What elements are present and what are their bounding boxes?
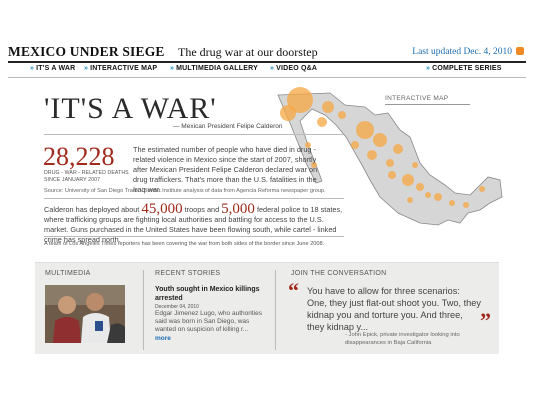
chevron-right-icon: »: [170, 65, 175, 72]
open-quote-icon: “: [288, 278, 299, 303]
column-divider: [275, 270, 276, 350]
chevron-right-icon: »: [84, 65, 89, 72]
deaths-label: DRUG - WAR - RELATED DEATHS SINCE JANUAR…: [44, 170, 129, 183]
nav-rule: [8, 77, 526, 78]
nav-label: IT'S A WAR: [36, 65, 76, 72]
bottom-panel: MULTIMEDIA RECENT STORIES JOIN THE CONVE…: [35, 262, 499, 354]
deaths-number: 28,228: [43, 142, 115, 171]
column-divider: [143, 270, 144, 350]
site-subtitle: The drug war at our doorstep: [178, 45, 318, 59]
conversation-quote[interactable]: You have to allow for three scenarios: O…: [307, 285, 482, 333]
divider: [44, 198, 344, 199]
multimedia-heading: MULTIMEDIA: [45, 270, 91, 277]
section-nav: » IT'S A WAR » INTERACTIVE MAP » MULTIMEDIA…: [8, 65, 526, 77]
nav-multimedia-gallery[interactable]: » MULTIMEDIA GALLERY: [170, 65, 258, 72]
nav-label: COMPLETE SERIES: [432, 65, 502, 72]
map-label[interactable]: INTERACTIVE MAP: [385, 95, 448, 102]
last-updated: Last updated Dec. 4, 2010: [412, 47, 512, 57]
headline-quote: 'IT'S A WAR': [44, 92, 217, 125]
divider: [44, 134, 344, 135]
quote-attribution: — Mexican President Felipe Calderon: [173, 123, 283, 130]
masthead-rule: [8, 61, 526, 63]
nav-interactive-map[interactable]: » INTERACTIVE MAP: [84, 65, 157, 72]
nav-its-a-war[interactable]: » IT'S A WAR: [30, 65, 75, 72]
chevron-right-icon: »: [270, 65, 275, 72]
close-quote-icon: ”: [480, 308, 491, 333]
story-summary-text: Edgar Jimenez Lugo, who authorities said…: [155, 310, 262, 334]
rss-icon[interactable]: [516, 47, 524, 55]
story-summary: Edgar Jimenez Lugo, who authorities said…: [155, 310, 265, 343]
story-more-link[interactable]: more: [155, 335, 171, 342]
map-label-rule: [385, 104, 470, 105]
nav-label: INTERACTIVE MAP: [90, 65, 158, 72]
divider: [44, 236, 344, 237]
nav-complete-series[interactable]: » COMPLETE SERIES: [426, 65, 502, 72]
site-title[interactable]: MEXICO UNDER SIEGE: [8, 44, 165, 60]
conversation-attribution: - John Epick, private investigator looki…: [345, 332, 460, 346]
nav-label: VIDEO Q&A: [276, 65, 318, 72]
troops-paragraph: Calderon has deployed about 45,000 troop…: [44, 202, 344, 245]
chevron-right-icon: »: [426, 65, 431, 72]
troops-text-mid: troops and: [184, 205, 220, 214]
story-title-link[interactable]: Youth sought in Mexico killings arrested: [155, 286, 263, 303]
chevron-right-icon: »: [30, 65, 35, 72]
nav-label: MULTIMEDIA GALLERY: [176, 65, 258, 72]
multimedia-photo[interactable]: [45, 285, 125, 343]
team-note: A team of Los Angeles Times reporters ha…: [44, 241, 325, 247]
conversation-heading: JOIN THE CONVERSATION: [291, 270, 387, 277]
troops-text-pre: Calderon has deployed about: [44, 205, 140, 214]
recent-stories-heading: RECENT STORIES: [155, 270, 221, 277]
source-note: Source: University of San Diego Trans - …: [44, 188, 326, 194]
nav-video-qa[interactable]: » VIDEO Q&A: [270, 65, 317, 72]
masthead: MEXICO UNDER SIEGE The drug war at our d…: [8, 41, 526, 61]
